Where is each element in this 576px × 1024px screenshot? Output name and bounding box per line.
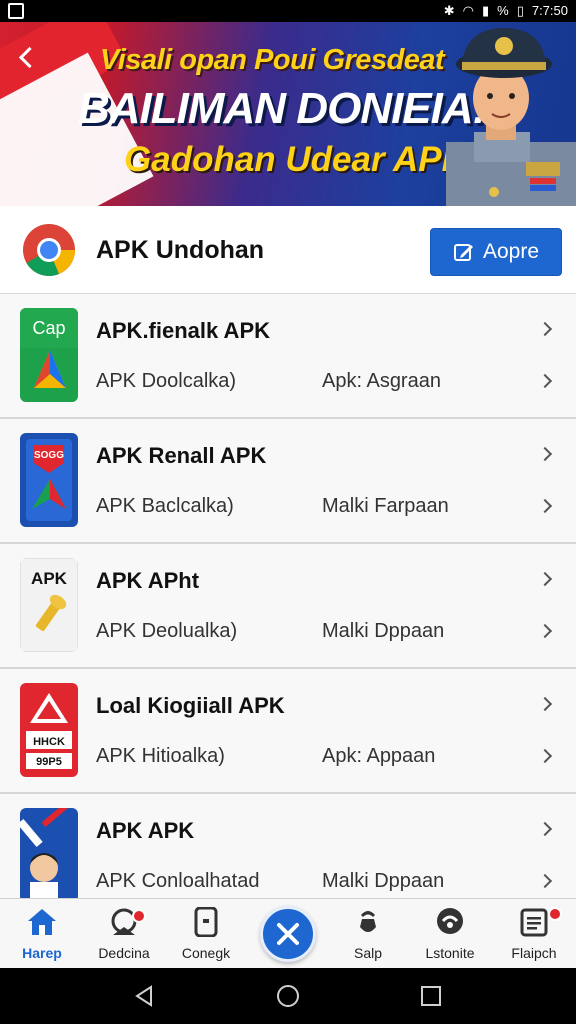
- edit-button-label: Aopre: [482, 240, 540, 263]
- clock: 7:7:50: [531, 3, 568, 18]
- hand-icon: [360, 911, 376, 932]
- chevron-right-icon: [537, 696, 553, 712]
- system-nav-bar: [0, 968, 576, 1024]
- app-subtitle: APK Baclcalka): [96, 495, 234, 517]
- svg-text:Cap: Cap: [32, 318, 65, 338]
- app-name: APK APK: [96, 818, 195, 843]
- nav-item-device[interactable]: Conegk: [166, 906, 246, 965]
- notification-icon: [8, 3, 24, 19]
- chat-icon: [437, 908, 463, 934]
- chevron-right-icon: [537, 873, 553, 889]
- nav-label: Harep: [22, 945, 62, 961]
- svg-text:APK: APK: [31, 569, 68, 588]
- chevron-right-icon: [537, 748, 553, 764]
- document-badge: [548, 907, 562, 921]
- nav-label: Dedcina: [98, 945, 150, 961]
- nav-item-salp[interactable]: Salp: [328, 907, 408, 965]
- edit-button[interactable]: Aopre: [430, 228, 562, 276]
- key-app-icon: APK: [20, 558, 78, 652]
- chevron-right-icon: [537, 821, 553, 837]
- list-item[interactable]: APK APK APK Conloalhatad Malki Dppaan: [0, 794, 576, 898]
- chevron-right-icon: [537, 623, 553, 639]
- home-circle-icon[interactable]: [276, 984, 300, 1008]
- nav-label: Lstonite: [425, 945, 475, 961]
- app-meta: Malki Farpaan: [322, 495, 449, 517]
- chevron-right-icon: [537, 373, 553, 389]
- officer-illustration: [446, 28, 576, 206]
- app-meta: Malki Dppaan: [322, 870, 445, 892]
- app-meta: Apk: Appaan: [322, 745, 436, 767]
- nav-item-home[interactable]: Harep: [2, 907, 82, 965]
- app-name: APK.fienalk APK: [96, 318, 271, 343]
- back-button[interactable]: [16, 44, 44, 72]
- chevron-right-icon: [537, 498, 553, 514]
- notification-badge: [132, 909, 146, 923]
- app-name: Loal Kiogiiall APK: [96, 693, 285, 718]
- document-icon: [520, 908, 548, 937]
- svg-text:SOGG: SOGG: [34, 450, 64, 461]
- nav-item-notifications[interactable]: Dedcina: [84, 907, 164, 965]
- wifi-icon: ◠: [462, 3, 474, 18]
- nav-label: Flaipch: [511, 945, 557, 961]
- app-subtitle: APK Doolcalka): [96, 370, 237, 392]
- chevron-right-icon: [537, 321, 553, 337]
- app-meta: Apk: Asgraan: [322, 370, 441, 392]
- signal-icon: ▮: [481, 3, 490, 18]
- list-item[interactable]: SOGG APK Renall APK APK Baclcalka) Malki…: [0, 419, 576, 544]
- app-meta: Malki Dppaan: [322, 620, 445, 642]
- avatar-app-icon: [20, 808, 78, 898]
- battery-percent: %: [497, 3, 509, 18]
- banner-line-1: Visali opan Poui Gresdeat: [100, 44, 445, 76]
- list-item[interactable]: HHCK 99P5 Loal Kiogiiall APK APK Hitioal…: [0, 669, 576, 794]
- nav-label: Conegk: [181, 945, 231, 961]
- battery-icon: ▯: [516, 3, 524, 18]
- nav-label: Salp: [353, 945, 383, 961]
- nav-item-document[interactable]: Flaipch: [494, 907, 574, 965]
- status-icons: ✱ ◠ ▮ % ▯ 7:7:50: [444, 3, 568, 19]
- edit-icon: [453, 244, 473, 261]
- app-list: Cap APK.fienalk APK APK Doolcalka) Apk: …: [0, 294, 576, 898]
- bluetooth-icon: ✱: [443, 3, 455, 18]
- app-subtitle: APK Deolualka): [96, 620, 238, 642]
- app-name: APK Renall APK: [96, 443, 267, 468]
- chevron-right-icon: [537, 446, 553, 462]
- back-triangle-icon[interactable]: [132, 984, 156, 1008]
- list-item[interactable]: APK APK APht APK Deolualka) Malki Dppaan: [0, 544, 576, 669]
- svg-text:HHCK: HHCK: [33, 736, 65, 748]
- app-subtitle: APK Hitioalka): [96, 745, 225, 767]
- recents-square-icon[interactable]: [420, 985, 442, 1007]
- warning-app-icon: HHCK 99P5: [20, 683, 78, 777]
- close-icon: [277, 923, 299, 945]
- svg-text:99P5: 99P5: [36, 756, 62, 768]
- status-bar: ✱ ◠ ▮ % ▯ 7:7:50: [0, 0, 576, 22]
- promo-banner: Visali opan Poui Gresdeat BAILIMAN DONIE…: [0, 22, 576, 206]
- app-subtitle: APK Conloalhatad: [96, 870, 260, 892]
- app-header: APK Undohan Aopre: [0, 206, 576, 294]
- chevron-right-icon: [537, 571, 553, 587]
- page-title: APK Undohan: [96, 236, 265, 264]
- maps-app-icon: Cap: [20, 308, 78, 402]
- device-icon: [194, 906, 218, 938]
- banner-line-3: Gadohan Udear APK: [124, 140, 467, 179]
- navigation-app-icon: SOGG: [20, 433, 78, 527]
- app-name: APK APht: [96, 568, 200, 593]
- nav-item-chat[interactable]: Lstonite: [410, 907, 490, 965]
- home-icon: [28, 909, 56, 935]
- chrome-logo-icon: [23, 224, 75, 276]
- close-fab-button[interactable]: [260, 906, 316, 962]
- list-item[interactable]: Cap APK.fienalk APK APK Doolcalka) Apk: …: [0, 294, 576, 419]
